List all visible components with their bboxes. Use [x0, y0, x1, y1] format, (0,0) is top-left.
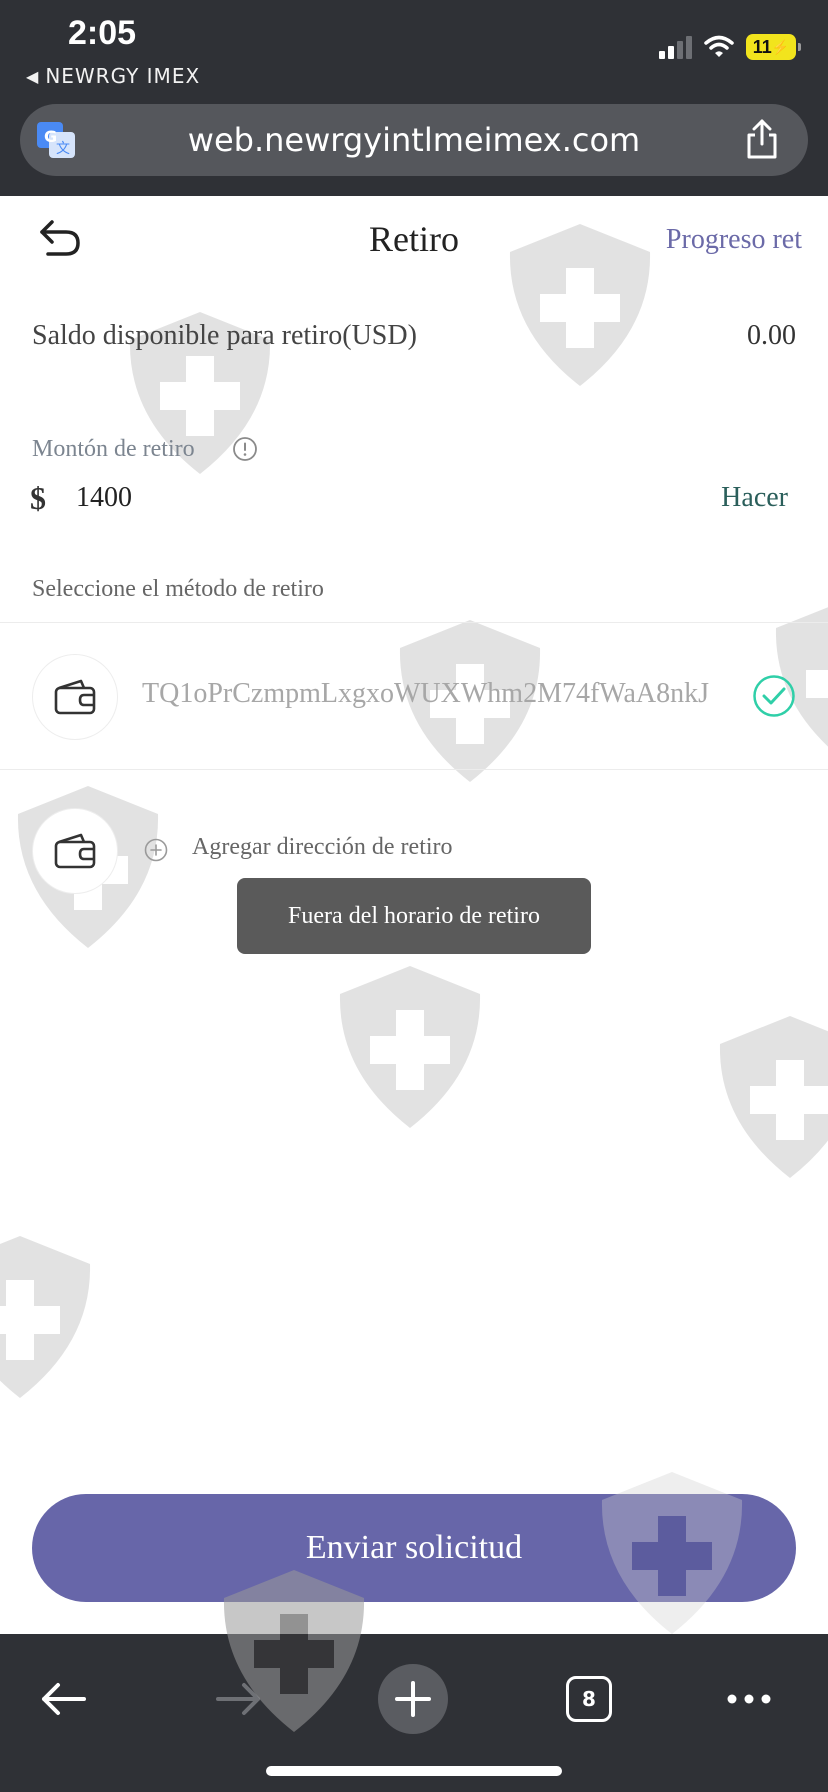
back-button[interactable] — [28, 1664, 98, 1734]
amount-label: Montón de retiro — [32, 436, 195, 462]
browser-bottom-toolbar: 8 — [0, 1634, 828, 1792]
info-icon[interactable] — [232, 436, 258, 462]
balance-value: 0.00 — [747, 320, 796, 351]
wifi-icon — [704, 35, 734, 57]
status-icons: 11 ⚡ — [659, 34, 801, 60]
translate-icon[interactable]: G 文 — [36, 121, 76, 159]
cellular-signal-icon — [659, 35, 692, 59]
wallet-icon — [54, 679, 96, 715]
watermark-shield-icon — [719, 1016, 828, 1178]
wallet-address[interactable]: TQ1oPrCzmpmLxgxoWUXWhm2M74fWaA8nkJ — [142, 678, 709, 710]
divider — [0, 769, 828, 770]
status-time: 2:05 — [68, 14, 137, 52]
add-circle-icon[interactable] — [144, 838, 168, 862]
tabs-icon: 8 — [566, 1676, 612, 1722]
wallet-icon — [54, 833, 96, 869]
home-indicator[interactable] — [266, 1766, 562, 1776]
arrow-right-icon — [216, 1683, 260, 1715]
divider — [0, 622, 828, 623]
add-address-option[interactable] — [32, 808, 118, 894]
wallet-address-option[interactable] — [32, 654, 118, 740]
check-circle-icon — [753, 675, 795, 717]
withdrawal-progress-link[interactable]: Progreso ret — [666, 224, 802, 256]
toast-message: Fuera del horario de retiro — [237, 878, 591, 954]
plus-icon — [395, 1681, 431, 1717]
tabs-button[interactable]: 8 — [554, 1664, 624, 1734]
new-tab-button[interactable] — [378, 1664, 448, 1734]
url-bar[interactable]: G 文 web.newrgyintlmeimex.com — [20, 104, 808, 176]
url-text: web.newrgyintlmeimex.com — [187, 121, 641, 159]
submit-request-button[interactable]: Enviar solicitud — [32, 1494, 796, 1602]
browser-top-chrome: 2:05 ◀ NEWRGY IMEX 11 ⚡ G 文 web.newrgyint… — [0, 0, 828, 196]
max-amount-button[interactable]: Hacer — [721, 482, 788, 514]
watermark-shield-icon — [339, 966, 481, 1128]
more-icon — [727, 1694, 771, 1704]
arrow-left-icon — [42, 1683, 86, 1715]
back-app-label: NEWRGY IMEX — [45, 64, 201, 88]
battery-icon: 11 ⚡ — [746, 34, 801, 60]
more-button[interactable] — [714, 1664, 784, 1734]
method-label: Seleccione el método de retiro — [32, 576, 324, 602]
watermark-shield-icon — [0, 1236, 91, 1398]
share-icon[interactable] — [744, 118, 780, 160]
svg-text:文: 文 — [56, 141, 70, 157]
currency-symbol: $ — [30, 480, 46, 516]
balance-label: Saldo disponible para retiro(USD) — [32, 320, 417, 351]
withdrawal-page: Retiro Progreso ret Saldo disponible par… — [0, 196, 828, 1634]
forward-button[interactable] — [204, 1664, 274, 1734]
battery-level: 11 — [752, 36, 772, 57]
back-triangle-icon: ◀ — [26, 66, 40, 86]
tab-count: 8 — [582, 1687, 596, 1711]
back-to-app-link[interactable]: ◀ NEWRGY IMEX — [26, 64, 200, 88]
amount-input[interactable]: 1400 — [76, 482, 132, 514]
add-address-link[interactable]: Agregar dirección de retiro — [192, 834, 453, 861]
